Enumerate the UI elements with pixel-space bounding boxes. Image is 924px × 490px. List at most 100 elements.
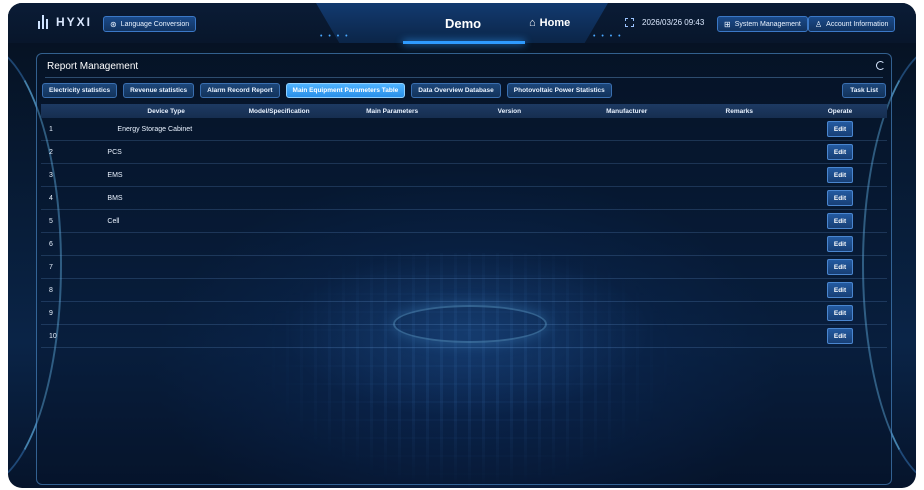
tab-photovoltaic-power-statistics[interactable]: Photovoltaic Power Statistics [506,83,612,98]
device-type-cell: PCS [107,140,225,164]
main-parameters-cell [333,209,451,233]
table-header-row: Device Type Model/Specification Main Par… [41,104,887,118]
edit-button[interactable]: Edit [827,190,854,206]
device-type-cell [107,301,225,325]
version-cell [450,209,568,233]
column-header-manufacturer: Manufacturer [567,104,686,118]
main-parameters-cell [333,186,451,210]
edit-button[interactable]: Edit [827,121,854,137]
tab-electricity-statistics[interactable]: Electricity statistics [42,83,118,98]
remarks-cell [685,209,794,233]
row-number: 7 [41,255,108,279]
table-row: 2 PCS Edit [41,140,887,164]
account-information-button[interactable]: ♙ Account Information [808,16,896,32]
fullscreen-icon[interactable] [625,18,634,27]
logo-icon [38,15,50,29]
row-number: 4 [41,186,108,210]
version-cell [450,324,568,348]
equipment-table: Device Type Model/Specification Main Par… [41,104,887,348]
row-number: 10 [41,324,108,348]
system-management-label: System Management [734,20,801,28]
main-parameters-cell [333,324,451,348]
model-cell [224,118,334,141]
datetime-display: 2026/03/26 09:43 [642,18,705,27]
panel-title: Report Management [47,61,139,72]
row-number: 2 [41,140,108,164]
device-type-cell [107,278,225,302]
edit-button[interactable]: Edit [827,236,854,252]
model-cell [224,140,334,164]
manufacturer-cell [567,324,686,348]
row-number: 1 [41,118,108,141]
operate-cell: Edit [793,255,887,279]
home-icon: ⌂ [529,17,536,29]
remarks-cell [685,118,794,141]
manufacturer-cell [567,118,686,141]
column-header-operate: Operate [793,104,887,118]
row-number: 8 [41,278,108,302]
edit-button[interactable]: Edit [827,144,854,160]
language-conversion-button[interactable]: ⊛ Language Conversion [103,16,197,32]
remarks-cell [685,301,794,325]
home-link[interactable]: ⌂ Home [529,17,570,29]
operate-cell: Edit [793,324,887,348]
main-parameters-cell [333,232,451,256]
logo: HYXI [38,15,92,29]
user-icon: ♙ [815,19,823,29]
main-parameters-cell [333,140,451,164]
version-cell [450,163,568,187]
task-list-button[interactable]: Task List [842,83,886,98]
table-row: 5 Cell Edit [41,209,887,233]
tab-main-equipment-parameters-table[interactable]: Main Equipment Parameters Table [285,83,406,98]
manufacturer-cell [567,186,686,210]
device-type-cell: Cell [107,209,225,233]
table-row: 10 Edit [41,324,887,348]
title-underline [403,41,525,44]
table-row: 9 Edit [41,301,887,325]
tab-revenue-statistics[interactable]: Revenue statistics [123,83,195,98]
home-label: Home [539,17,571,29]
edit-button[interactable]: Edit [827,305,854,321]
edit-button[interactable]: Edit [827,282,854,298]
main-parameters-cell [333,255,451,279]
table-body: 1 Energy Storage Cabinet Edit 2 PCS Edit 3 EMS E… [41,118,887,348]
app-frame: • • • • • • • • HYXI ⊛ Language Conversi… [8,3,916,488]
device-type-cell [107,255,225,279]
edit-button[interactable]: Edit [827,213,854,229]
remarks-cell [685,140,794,164]
version-cell [450,255,568,279]
operate-cell: Edit [793,163,887,187]
row-number: 9 [41,301,108,325]
edit-button[interactable]: Edit [827,259,854,275]
main-parameters-cell [333,118,451,141]
row-number: 6 [41,232,108,256]
edit-button[interactable]: Edit [827,328,854,344]
version-cell [450,301,568,325]
manufacturer-cell [567,301,686,325]
table-row: 6 Edit [41,232,887,256]
system-management-button[interactable]: ⊞ System Management [717,16,808,32]
version-cell [450,232,568,256]
version-cell [450,278,568,302]
column-header-main-parameters: Main Parameters [333,104,451,118]
manufacturer-cell [567,163,686,187]
operate-cell: Edit [793,209,887,233]
manufacturer-cell [567,209,686,233]
remarks-cell [685,163,794,187]
grid-icon: ⊞ [724,19,731,29]
refresh-icon[interactable] [876,61,885,70]
tab-data-overview-database[interactable]: Data Overview Database [411,83,501,98]
model-cell [224,186,334,210]
table-row: 7 Edit [41,255,887,279]
manufacturer-cell [567,255,686,279]
decor-dots-right: • • • • [593,33,623,40]
operate-cell: Edit [793,232,887,256]
operate-cell: Edit [793,118,887,141]
operate-cell: Edit [793,301,887,325]
edit-button[interactable]: Edit [827,167,854,183]
page-title: Demo [445,16,482,31]
tab-alarm-record-report[interactable]: Alarm Record Report [200,83,280,98]
manufacturer-cell [567,278,686,302]
column-header-device-type: Device Type [107,104,225,118]
remarks-cell [685,232,794,256]
